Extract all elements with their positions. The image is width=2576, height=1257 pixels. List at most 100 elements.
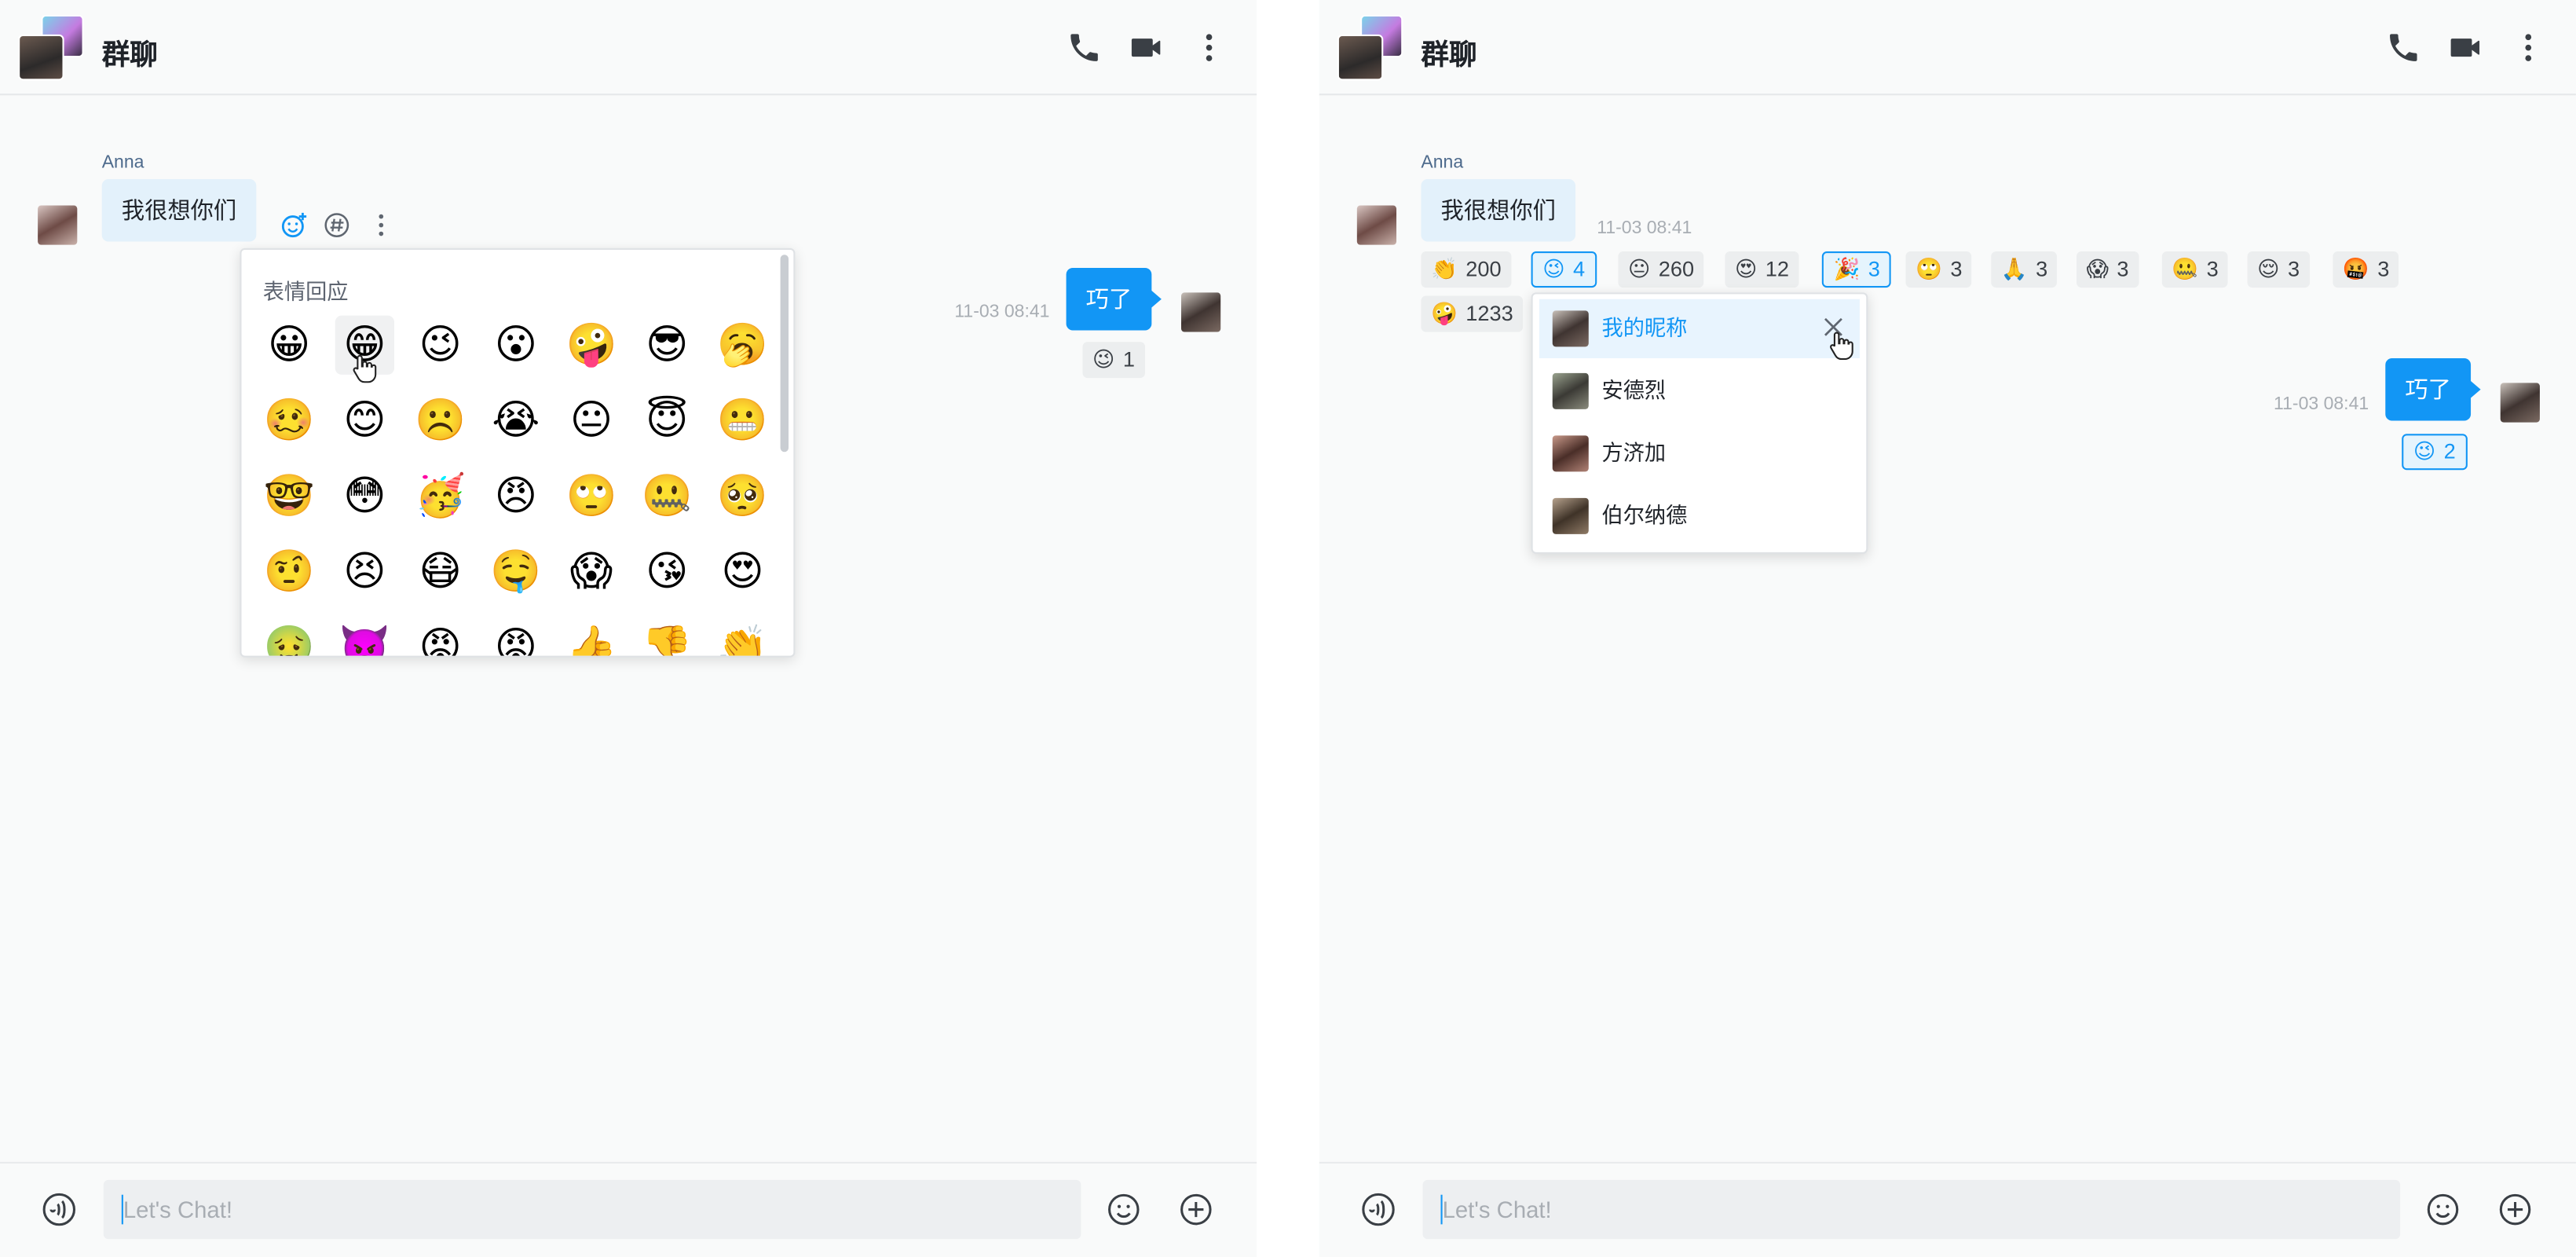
emoji-option[interactable]: 👿 — [335, 618, 394, 656]
emoji-option[interactable]: 😇 — [638, 391, 697, 450]
emoji-option[interactable]: 🤪 — [562, 316, 620, 375]
message-input[interactable]: Let's Chat! — [1422, 1179, 2401, 1240]
reaction-count: 3 — [1950, 256, 1963, 281]
emoji-option[interactable]: 😍 — [713, 542, 772, 601]
emoji-option[interactable]: 😷 — [411, 542, 470, 601]
emoji-option[interactable]: 🤓 — [260, 467, 319, 526]
scrollbar[interactable] — [780, 255, 789, 453]
phone-icon[interactable] — [1067, 30, 1103, 66]
emoji-option[interactable]: 🙄 — [562, 467, 620, 526]
emoji-option[interactable]: 😀 — [260, 316, 319, 375]
avatar[interactable] — [1181, 292, 1221, 332]
sender-name: Anna — [101, 152, 145, 173]
voice-input-icon[interactable] — [1360, 1192, 1396, 1228]
reaction-count: 2 — [2443, 438, 2456, 464]
reaction-chip[interactable]: 😉 2 — [2402, 434, 2468, 471]
avatar — [1552, 310, 1589, 347]
emoji-option[interactable]: 😡 — [411, 618, 470, 656]
emoji-option[interactable]: 😉 — [411, 316, 470, 375]
reaction-count: 12 — [1765, 256, 1790, 281]
outgoing-message[interactable]: 巧了 — [1066, 267, 1162, 331]
reaction-chip[interactable]: 😐 260 — [1618, 251, 1704, 288]
emoji-option[interactable]: 😎 — [638, 316, 697, 375]
more-options-icon[interactable] — [2510, 30, 2546, 66]
emoji-option[interactable]: 😘 — [638, 542, 697, 601]
reaction-chip[interactable]: 👏 200 — [1421, 251, 1512, 288]
reaction-user-item[interactable]: 方济加 — [1539, 424, 1860, 483]
emoji-option[interactable]: 😬 — [713, 391, 772, 450]
emoji-icon[interactable] — [1106, 1192, 1142, 1228]
emoji-option[interactable]: 🥺 — [713, 467, 772, 526]
emoji-option[interactable]: 😡 — [486, 618, 545, 656]
thread-icon[interactable] — [322, 211, 352, 240]
group-avatar[interactable] — [1337, 14, 1403, 81]
emoji-option[interactable]: 👍 — [562, 618, 620, 656]
outgoing-message[interactable]: 巧了 — [2385, 358, 2481, 421]
reaction-chip[interactable]: 🤪 1233 — [1421, 295, 1524, 332]
add-icon[interactable] — [1178, 1192, 1214, 1228]
reaction-user-item[interactable]: 安德烈 — [1539, 361, 1860, 420]
emoji-option[interactable]: 🤤 — [486, 542, 545, 601]
message-input[interactable]: Let's Chat! — [103, 1179, 1081, 1240]
user-name: 伯尔纳德 — [1601, 503, 1688, 528]
video-call-icon[interactable] — [2448, 30, 2484, 66]
reaction-emoji: 😉 — [1092, 346, 1115, 372]
emoji-option[interactable]: 😊 — [335, 391, 394, 450]
reaction-chip[interactable]: 😉 1 — [1082, 342, 1145, 379]
emoji-option[interactable]: 🤨 — [260, 542, 319, 601]
emoji-option[interactable]: 😭 — [486, 391, 545, 450]
reaction-emoji: 😌 — [2257, 256, 2280, 281]
reaction-chip[interactable]: 🙄 3 — [1905, 251, 1973, 288]
reaction-chip[interactable]: 😌 3 — [2247, 251, 2310, 288]
message-timestamp: 11-03 08:41 — [2274, 394, 2369, 415]
phone-icon[interactable] — [2385, 30, 2421, 66]
emoji-option[interactable]: 👏 — [713, 618, 772, 656]
reaction-users-popup: 我的昵称 安德烈 方济加 伯尔纳德 — [1531, 292, 1868, 554]
user-name: 方济加 — [1601, 440, 1667, 465]
emoji-icon[interactable] — [2424, 1192, 2461, 1228]
reaction-count: 3 — [1868, 256, 1880, 281]
reaction-count: 1233 — [1465, 300, 1513, 326]
reaction-chip[interactable]: 🎉 3 — [1821, 251, 1892, 288]
reaction-count: 3 — [2036, 256, 2048, 281]
reaction-emoji: 😱 — [2086, 256, 2109, 281]
emoji-option[interactable]: 🤢 — [260, 618, 319, 656]
emoji-option[interactable]: 👎 — [638, 618, 697, 656]
add-reaction-icon[interactable] — [280, 211, 309, 240]
emoji-option[interactable]: 😣 — [335, 542, 394, 601]
reaction-user-item[interactable]: 伯尔纳德 — [1539, 486, 1860, 545]
reaction-chip[interactable]: 😍 12 — [1725, 251, 1799, 288]
incoming-message[interactable]: 我很想你们 — [1421, 179, 1576, 242]
message-more-icon[interactable] — [366, 211, 396, 240]
avatar[interactable] — [2500, 383, 2540, 423]
reaction-chip[interactable]: 🙏 3 — [1991, 251, 2058, 288]
reaction-user-item[interactable]: 我的昵称 — [1539, 299, 1860, 359]
group-avatar[interactable] — [18, 14, 84, 81]
emoji-option[interactable]: 🥱 — [713, 316, 772, 375]
reaction-chip[interactable]: 🤬 3 — [2333, 251, 2399, 288]
emoji-option[interactable]: 😳 — [335, 467, 394, 526]
message-timestamp: 11-03 08:41 — [954, 302, 1050, 322]
emoji-option[interactable]: 😱 — [562, 542, 620, 601]
reaction-emoji: 😉 — [2413, 438, 2436, 464]
voice-input-icon[interactable] — [41, 1192, 77, 1228]
incoming-message[interactable]: 我很想你们 — [101, 179, 257, 242]
reaction-emoji: 😍 — [1734, 256, 1758, 281]
video-call-icon[interactable] — [1129, 30, 1165, 66]
emoji-option[interactable]: 😐 — [562, 391, 620, 450]
emoji-option[interactable]: 😮 — [486, 316, 545, 375]
emoji-option[interactable]: 🥴 — [260, 391, 319, 450]
avatar[interactable] — [38, 205, 78, 245]
reaction-chip[interactable]: 😱 3 — [2077, 251, 2139, 288]
emoji-option[interactable]: ☹️ — [411, 391, 470, 450]
emoji-option[interactable]: 😠 — [486, 467, 545, 526]
reaction-chip[interactable]: 😉 4 — [1531, 251, 1597, 288]
emoji-option[interactable]: 🤐 — [638, 467, 697, 526]
add-icon[interactable] — [2497, 1192, 2534, 1228]
reaction-chip[interactable]: 🤐 3 — [2161, 251, 2229, 288]
message-input-placeholder: Let's Chat! — [123, 1196, 232, 1223]
more-options-icon[interactable] — [1191, 30, 1228, 66]
chat-header: 群聊 — [0, 0, 1257, 96]
avatar[interactable] — [1356, 205, 1397, 245]
emoji-option[interactable]: 🥳 — [411, 467, 470, 526]
